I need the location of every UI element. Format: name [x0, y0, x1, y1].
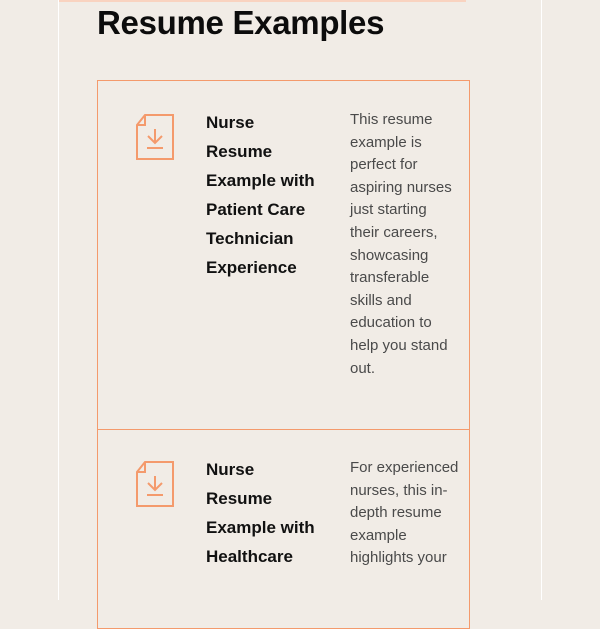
- example-description: For experienced nurses, this in-depth re…: [350, 459, 459, 567]
- column-divider-right: [541, 0, 542, 600]
- column-divider-left: [58, 0, 59, 600]
- resume-example-card[interactable]: Nurse Resume Example with Healthcare For…: [97, 429, 470, 629]
- example-title-link[interactable]: Nurse Resume Example with Healthcare: [206, 455, 324, 571]
- example-title-link[interactable]: Nurse Resume Example with Patient Care T…: [206, 108, 324, 282]
- top-accent-strip: [59, 0, 466, 2]
- download-document-icon[interactable]: [135, 460, 175, 508]
- download-document-icon[interactable]: [135, 113, 175, 161]
- example-description: This resume example is perfect for aspir…: [350, 111, 452, 377]
- resume-example-card[interactable]: Nurse Resume Example with Patient Care T…: [97, 80, 470, 430]
- page-title: Resume Examples: [97, 4, 385, 41]
